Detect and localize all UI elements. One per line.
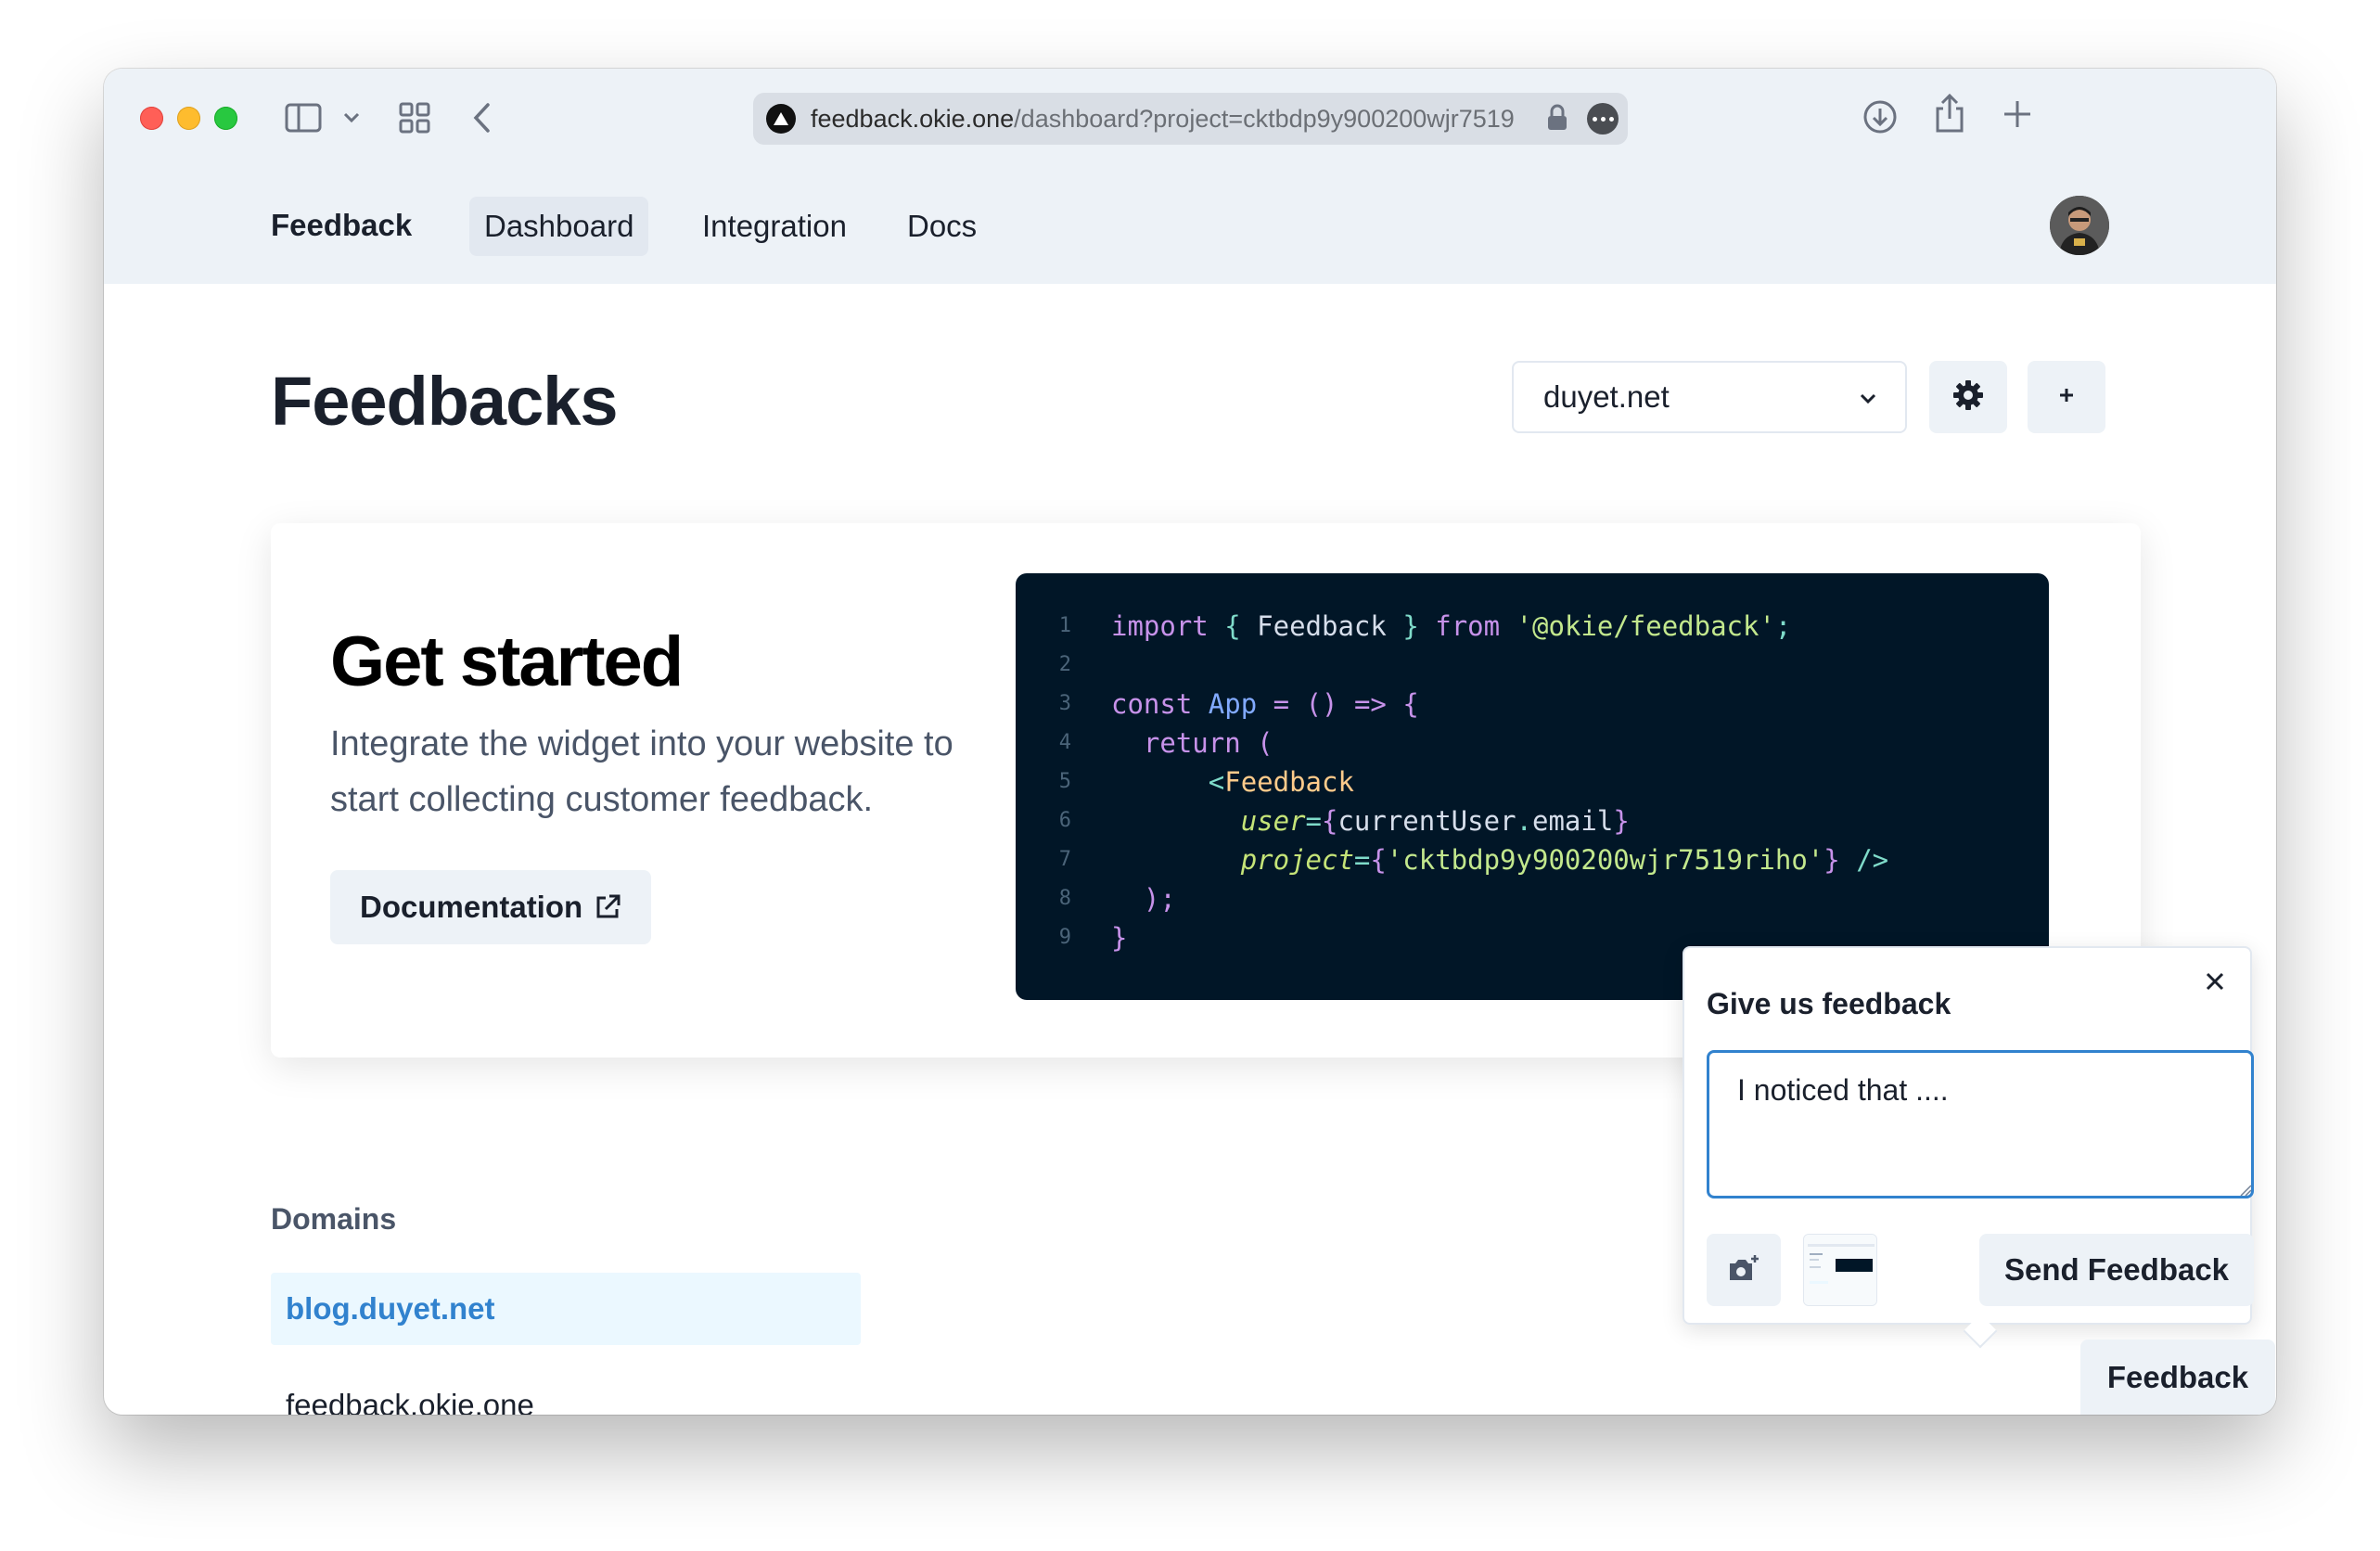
camera-plus-icon: [1726, 1252, 1761, 1288]
code-snippet: 1 import { Feedback } from '@okie/feedbac…: [1016, 573, 2049, 1000]
minimize-window-button[interactable]: [177, 107, 200, 130]
close-window-button[interactable]: [140, 107, 163, 130]
feedback-tab-button[interactable]: Feedback: [2080, 1340, 2275, 1415]
browser-window: feedback.okie.one/dashboard?project=cktb…: [104, 69, 2276, 1415]
domains-label: Domains: [271, 1202, 397, 1236]
feedback-popover-title: Give us feedback: [1707, 987, 1951, 1020]
gear-icon: [1952, 379, 1984, 416]
plus-icon: [2057, 386, 2076, 409]
sidebar-toggle-icon[interactable]: [285, 102, 322, 134]
external-link-icon: [596, 894, 621, 918]
browser-toolbar: feedback.okie.one/dashboard?project=cktb…: [104, 69, 2276, 284]
domain-item-blog-duyet-net[interactable]: blog.duyet.net: [271, 1273, 861, 1345]
chevron-down-icon: [1857, 387, 1879, 414]
feedback-textarea[interactable]: I noticed that ....: [1707, 1050, 2254, 1198]
url-domain: feedback.okie.one: [811, 104, 1015, 133]
back-icon[interactable]: [471, 102, 493, 134]
new-tab-icon[interactable]: [2002, 98, 2033, 130]
get-started-description: Integrate the widget into your website t…: [330, 724, 953, 819]
lock-icon: [1547, 104, 1567, 136]
screenshot-thumbnail[interactable]: [1803, 1234, 1877, 1306]
nav-link-integration[interactable]: Integration: [687, 197, 862, 256]
feedback-popover: Give us feedback I noticed that .... Sen…: [1683, 946, 2254, 1325]
documentation-button[interactable]: Documentation: [330, 870, 652, 944]
downloads-icon[interactable]: [1862, 98, 1899, 135]
send-feedback-button[interactable]: Send Feedback: [1979, 1234, 2254, 1306]
address-url[interactable]: feedback.okie.one/dashboard?project=cktb…: [811, 105, 1534, 134]
tab-overview-icon[interactable]: [399, 102, 430, 134]
domain-item-feedback-okie-one[interactable]: feedback.okie.one: [271, 1369, 861, 1415]
app-brand[interactable]: Feedback: [271, 208, 412, 243]
resize-handle-icon[interactable]: [2239, 1184, 2252, 1201]
project-select-value: duyet.net: [1543, 379, 1670, 414]
close-icon[interactable]: [2196, 963, 2233, 1000]
url-path: /dashboard?project=cktbdp9y900200wjr7519: [1014, 104, 1515, 133]
settings-button[interactable]: [1929, 361, 2007, 433]
page-menu-icon[interactable]: [1587, 103, 1619, 135]
project-select[interactable]: duyet.net: [1512, 361, 1907, 433]
page-title: Feedbacks: [271, 363, 619, 440]
add-project-button[interactable]: [2028, 361, 2105, 433]
get-started-title: Get started: [330, 622, 684, 701]
nav-link-docs[interactable]: Docs: [892, 197, 992, 256]
zoom-window-button[interactable]: [214, 107, 237, 130]
share-icon[interactable]: [1933, 93, 1966, 134]
chevron-down-icon[interactable]: [343, 111, 360, 124]
documentation-button-label: Documentation: [360, 890, 583, 924]
address-bar[interactable]: feedback.okie.one/dashboard?project=cktb…: [753, 93, 1628, 145]
screenshot-button[interactable]: [1707, 1234, 1781, 1306]
site-logo-icon: [766, 104, 796, 134]
avatar[interactable]: [2050, 196, 2109, 255]
nav-link-dashboard[interactable]: Dashboard: [469, 197, 649, 256]
